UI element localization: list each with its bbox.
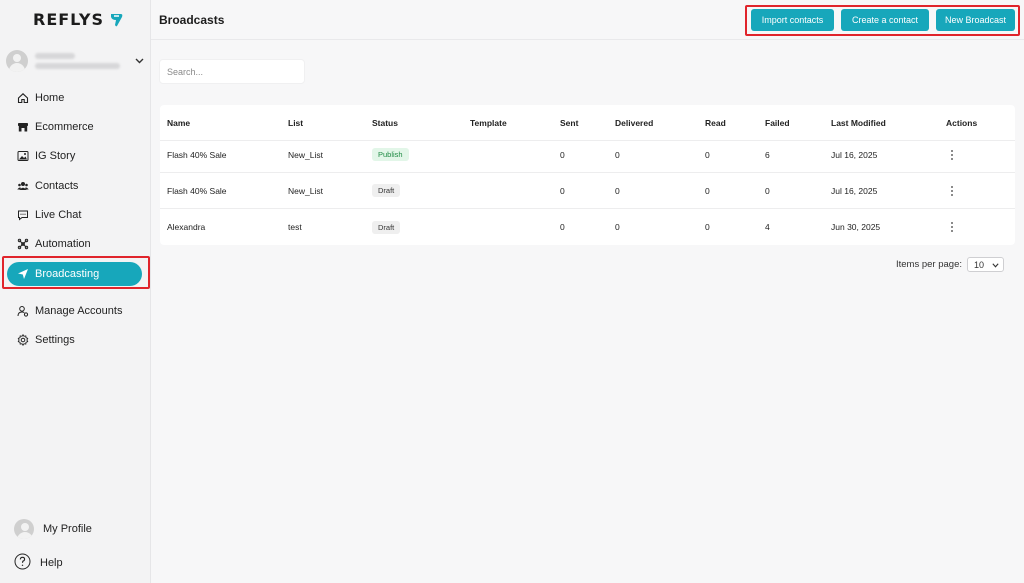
items-per-page-select[interactable]: 10 <box>967 257 1005 272</box>
table-header-row: Name List Status Template Sent Delivered… <box>160 105 1015 141</box>
column-header[interactable]: Sent <box>560 105 578 140</box>
broadcasts-table: Name List Status Template Sent Delivered… <box>160 105 1015 245</box>
status-badge: Draft <box>372 220 401 234</box>
profile-avatar <box>14 519 34 539</box>
chevron-down-icon[interactable] <box>135 56 144 67</box>
broadcasting-highlight-box <box>2 256 150 289</box>
store-icon <box>17 121 29 133</box>
user-settings-icon <box>17 305 29 317</box>
column-header[interactable]: Read <box>705 105 726 140</box>
sidebar-item-settings[interactable]: Settings <box>7 328 142 352</box>
header-buttons-highlight-box <box>745 5 1020 36</box>
search-input[interactable] <box>159 59 305 84</box>
users-icon <box>17 180 29 192</box>
status-badge: Draft <box>372 184 401 197</box>
column-header[interactable]: Delivered <box>615 105 653 140</box>
image-icon <box>17 150 29 162</box>
column-header[interactable]: Name <box>167 105 190 140</box>
sidebar-item-home[interactable]: Home <box>7 86 142 110</box>
sidebar-item-contacts[interactable]: Contacts <box>7 174 142 198</box>
page-title: Broadcasts <box>159 13 225 27</box>
sidebar-item-ecommerce[interactable]: Ecommerce <box>7 115 142 139</box>
status-badge: Publish <box>372 148 409 161</box>
row-actions-menu-icon[interactable] <box>951 173 953 208</box>
table-row[interactable]: Flash 40% Sale New_List Draft 0 0 0 0 Ju… <box>160 173 1015 209</box>
column-header[interactable]: Last Modified <box>831 105 886 140</box>
sidebar-item-live-chat[interactable]: Live Chat <box>7 203 142 227</box>
gear-icon <box>17 334 29 346</box>
column-header[interactable]: Template <box>470 105 507 140</box>
automation-icon <box>17 238 29 250</box>
my-profile-link[interactable]: My Profile <box>14 519 92 539</box>
items-per-page-label: Items per page: <box>896 259 963 270</box>
help-icon <box>14 553 31 573</box>
pagination: Items per page: 10 <box>896 257 1005 272</box>
row-actions-menu-icon[interactable] <box>951 137 953 172</box>
avatar <box>6 50 28 72</box>
help-link[interactable]: Help <box>14 553 63 573</box>
table-row[interactable]: Alexandra test Draft 0 0 0 4 Jun 30, 202… <box>160 209 1015 245</box>
account-switcher[interactable] <box>0 44 151 78</box>
table-row[interactable]: Flash 40% Sale New_List Publish 0 0 0 6 … <box>160 137 1015 173</box>
home-icon <box>17 92 29 104</box>
logo[interactable]: REFLYS <box>33 10 124 29</box>
column-header[interactable]: List <box>288 105 303 140</box>
sidebar-item-manage-accounts[interactable]: Manage Accounts <box>7 299 142 323</box>
row-actions-menu-icon[interactable] <box>951 209 953 245</box>
chevron-down-icon <box>992 260 999 270</box>
column-header: Actions <box>946 117 978 128</box>
logo-mark-icon <box>111 13 123 26</box>
sidebar-item-ig-story[interactable]: IG Story <box>7 144 142 168</box>
column-header[interactable]: Status <box>372 105 398 140</box>
chat-icon <box>17 209 29 221</box>
column-header[interactable]: Failed <box>765 105 790 140</box>
sidebar: REFLYS Home Ecommerce IG Story Contacts … <box>0 0 151 583</box>
sidebar-item-automation[interactable]: Automation <box>7 232 142 256</box>
logo-text: REFLYS <box>33 10 104 29</box>
